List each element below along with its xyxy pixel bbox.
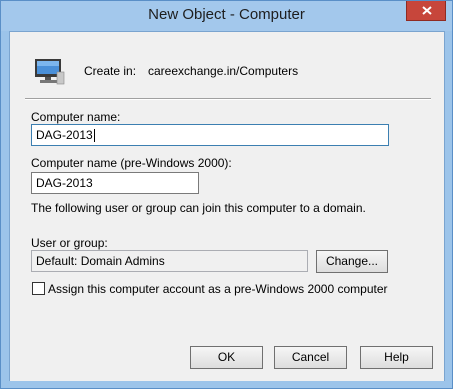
create-in-path: careexchange.in/Computers — [148, 64, 299, 78]
user-group-field: Default: Domain Admins — [31, 250, 308, 272]
join-info-text: The following user or group can join thi… — [31, 201, 366, 215]
cancel-button[interactable]: Cancel — [274, 346, 347, 369]
pre2000-checkbox[interactable] — [32, 282, 45, 295]
dialog-body: Create in: careexchange.in/Computers Com… — [9, 31, 445, 381]
computer-name-value: DAG-2013 — [36, 128, 93, 142]
dialog-window: New Object - Computer Create in: careexc… — [0, 0, 453, 389]
computer-icon — [33, 54, 65, 86]
change-button[interactable]: Change... — [316, 250, 388, 273]
separator — [25, 98, 431, 100]
create-in-label: Create in: — [84, 64, 137, 78]
close-button[interactable] — [406, 1, 446, 21]
user-group-label: User or group: — [31, 236, 108, 250]
pre2000-name-label: Computer name (pre-Windows 2000): — [31, 156, 232, 170]
close-icon — [422, 6, 432, 15]
text-caret — [93, 129, 95, 142]
button-bar: OK Cancel Help — [10, 334, 444, 381]
pre2000-name-input[interactable]: DAG-2013 — [31, 172, 199, 194]
pre2000-checkbox-label[interactable]: Assign this computer account as a pre-Wi… — [48, 282, 388, 296]
window-title: New Object - Computer — [148, 6, 305, 23]
ok-button[interactable]: OK — [190, 346, 263, 369]
help-button[interactable]: Help — [360, 346, 433, 369]
computer-name-label: Computer name: — [31, 110, 121, 124]
computer-name-input[interactable]: DAG-2013 — [31, 124, 389, 146]
title-bar[interactable]: New Object - Computer — [1, 1, 452, 31]
